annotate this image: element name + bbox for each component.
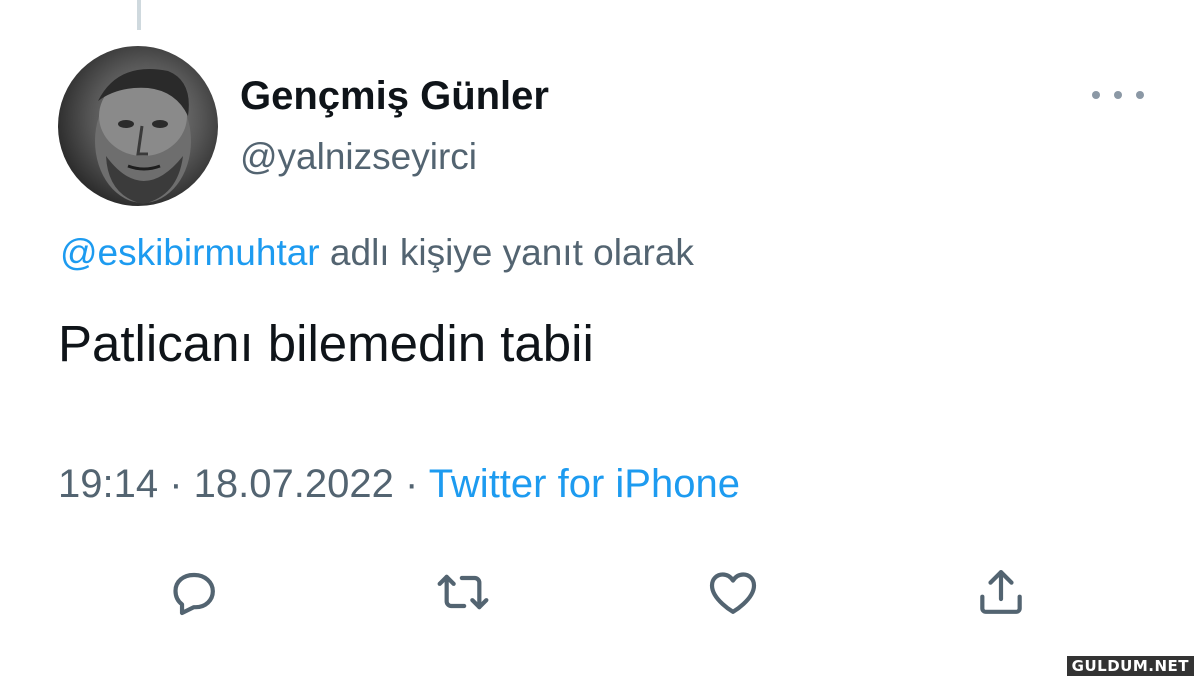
more-dot-icon (1114, 91, 1122, 99)
thread-connector-line (137, 0, 141, 30)
site-watermark: GULDUM.NET (1066, 656, 1194, 676)
reply-icon (173, 572, 215, 616)
more-options-button[interactable] (1092, 80, 1144, 110)
avatar[interactable] (58, 46, 218, 206)
share-icon (980, 570, 1022, 614)
meta-separator: · (393, 462, 429, 506)
tweet-meta: 19:14 · 18.07.2022 · Twitter for iPhone (58, 462, 740, 507)
author-display-name[interactable]: Gençmiş Günler (240, 74, 549, 119)
tweet-actions-bar (0, 560, 1200, 624)
avatar-portrait-icon (95, 69, 191, 204)
reply-button[interactable] (161, 560, 225, 624)
tweet-source-link[interactable]: Twitter for iPhone (429, 462, 740, 506)
like-icon (709, 572, 757, 614)
reply-context-suffix: adlı kişiye yanıt olarak (319, 232, 694, 273)
tweet-date[interactable]: 18.07.2022 (194, 462, 394, 506)
tweet-text: Patlicanı bilemedin tabii (58, 315, 594, 372)
reply-context: @eskibirmuhtar adlı kişiye yanıt olarak (60, 232, 694, 274)
meta-separator: · (158, 462, 194, 506)
tweet-time[interactable]: 19:14 (58, 462, 158, 506)
more-dot-icon (1136, 91, 1144, 99)
share-button[interactable] (969, 560, 1033, 624)
reply-mention-link[interactable]: @eskibirmuhtar (60, 232, 320, 273)
like-button[interactable] (701, 560, 765, 624)
author-handle[interactable]: @yalnizseyirci (240, 136, 477, 178)
retweet-button[interactable] (431, 560, 495, 624)
more-dot-icon (1092, 91, 1100, 99)
retweet-icon (437, 574, 489, 610)
